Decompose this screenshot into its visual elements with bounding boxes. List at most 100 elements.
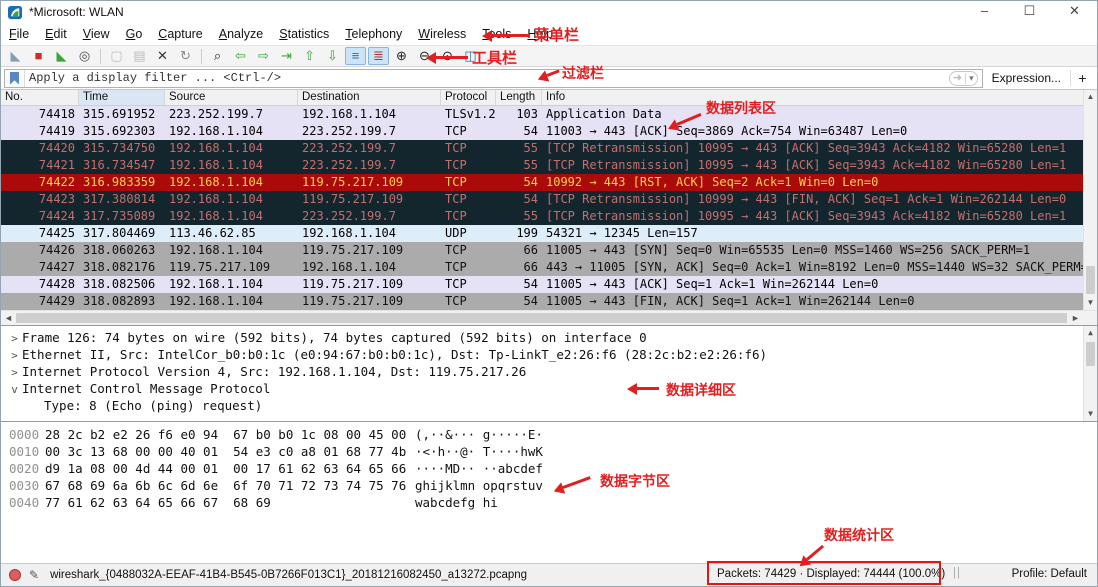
- packet-row[interactable]: 74422 316.983359 192.168.1.104 119.75.217.1…: [1, 174, 1097, 191]
- column-header-destination[interactable]: Destination: [298, 90, 441, 105]
- menu-analyze[interactable]: Analyze: [211, 25, 271, 43]
- column-header-info[interactable]: Info: [542, 90, 1097, 105]
- open-file-icon[interactable]: ▢: [106, 47, 127, 65]
- zoom-in-icon[interactable]: ⊕: [391, 47, 412, 65]
- go-to-packet-icon[interactable]: ⇥: [276, 47, 297, 65]
- packet-row[interactable]: 74419 315.692303 192.168.1.104 223.252.199.…: [1, 123, 1097, 140]
- hex-row[interactable]: 0040 77 61 62 63 64 65 66 67 68 69 wabcdef…: [1, 494, 1097, 511]
- minimize-button[interactable]: –: [962, 1, 1007, 23]
- stop-capture-icon[interactable]: ■: [28, 47, 49, 65]
- collapsed-chevron-icon[interactable]: >: [7, 347, 22, 364]
- packet-row[interactable]: 74426 318.060263 192.168.1.104 119.75.217.1…: [1, 242, 1097, 259]
- go-back-icon[interactable]: ⇦: [230, 47, 251, 65]
- menu-telephony[interactable]: Telephony: [337, 25, 410, 43]
- packet-row[interactable]: 74427 318.082176 119.75.217.109 192.168.1.1…: [1, 259, 1097, 276]
- hex-row[interactable]: 0020 d9 1a 08 00 4d 44 00 01 00 17 61 62 …: [1, 460, 1097, 477]
- hex-values: 00 3c 13 68 00 00 40 01 54 e3 c0 a8 01 6…: [45, 444, 407, 459]
- details-tree-row[interactable]: > Internet Protocol Version 4, Src: 192.1…: [1, 363, 1097, 380]
- filter-history-caret-icon[interactable]: ▾: [965, 72, 974, 84]
- go-forward-icon[interactable]: ⇨: [253, 47, 274, 65]
- close-file-icon[interactable]: ✕: [152, 47, 173, 65]
- expression-button[interactable]: Expression...: [983, 71, 1070, 85]
- scroll-up-icon[interactable]: ▲: [1084, 326, 1097, 340]
- column-header-time[interactable]: Time: [79, 90, 165, 105]
- column-header-source[interactable]: Source: [165, 90, 298, 105]
- scroll-down-icon[interactable]: ▼: [1084, 296, 1097, 310]
- packet-cell: Application Data: [546, 107, 662, 121]
- close-button[interactable]: ✕: [1052, 1, 1097, 23]
- menu-edit[interactable]: Edit: [37, 25, 75, 43]
- column-header-length[interactable]: Length: [496, 90, 542, 105]
- menu-file[interactable]: File: [1, 25, 37, 43]
- scroll-up-icon[interactable]: ▲: [1084, 90, 1097, 104]
- save-file-icon[interactable]: ▤: [129, 47, 150, 65]
- details-tree-row[interactable]: > Ethernet II, Src: IntelCor_b0:b0:1c (e0…: [1, 346, 1097, 363]
- packet-cell: 74423: [38, 192, 75, 206]
- packet-row[interactable]: 74429 318.082893 192.168.1.104 119.75.217.1…: [1, 293, 1097, 310]
- collapsed-chevron-icon[interactable]: >: [7, 330, 22, 347]
- scroll-left-icon[interactable]: ◄: [1, 311, 16, 325]
- scrollbar-thumb[interactable]: [1086, 342, 1095, 366]
- packet-cell: 315.734750: [83, 141, 156, 155]
- details-vertical-scrollbar[interactable]: ▲ ▼: [1083, 326, 1097, 421]
- packet-cell: 315.691952: [83, 107, 156, 121]
- scroll-down-icon[interactable]: ▼: [1084, 407, 1097, 421]
- packet-cell: 317.804469: [83, 226, 156, 240]
- reload-icon[interactable]: ↻: [175, 47, 196, 65]
- packet-cell: 74420: [38, 141, 75, 155]
- menu-view[interactable]: View: [75, 25, 118, 43]
- capture-options-icon[interactable]: ◎: [74, 47, 95, 65]
- menu-statistics[interactable]: Statistics: [271, 25, 337, 43]
- go-bottom-icon[interactable]: ⇩: [322, 47, 343, 65]
- hscrollbar-thumb[interactable]: [16, 313, 1067, 323]
- packet-cell: 317.735089: [83, 209, 156, 223]
- hex-offset: 0010: [9, 444, 40, 459]
- collapsed-chevron-icon[interactable]: >: [7, 364, 22, 381]
- packet-cell: 223.252.199.7: [302, 158, 396, 172]
- hex-values: d9 1a 08 00 4d 44 00 01 00 17 61 62 63 6…: [45, 461, 407, 476]
- apply-filter-button[interactable]: ➜ ▾: [948, 70, 978, 86]
- profile-label[interactable]: Profile: Default: [1012, 568, 1087, 580]
- packet-row[interactable]: 74421 316.734547 192.168.1.104 223.252.199.…: [1, 157, 1097, 174]
- packet-cell: [TCP Retransmission] 10999 → 443 [FIN, A…: [546, 192, 1067, 206]
- start-capture-icon[interactable]: ◣: [5, 47, 26, 65]
- packet-cell: [TCP Retransmission] 10995 → 443 [ACK] S…: [546, 209, 1067, 223]
- details-tree-row[interactable]: Type: 8 (Echo (ping) request): [1, 397, 1097, 414]
- expanded-chevron-icon[interactable]: v: [7, 381, 22, 398]
- packet-cell: 192.168.1.104: [302, 226, 396, 240]
- packet-row[interactable]: 74425 317.804469 113.46.62.85 192.168.1.104…: [1, 225, 1097, 242]
- capture-comment-icon[interactable]: ✎: [29, 568, 39, 582]
- packet-row[interactable]: 74424 317.735089 192.168.1.104 223.252.199.…: [1, 208, 1097, 225]
- hex-row[interactable]: 0030 67 68 69 6a 6b 6c 6d 6e 6f 70 71 72 …: [1, 477, 1097, 494]
- display-filter-input[interactable]: [25, 70, 949, 86]
- expert-info-icon[interactable]: [9, 569, 21, 581]
- hex-row[interactable]: 0010 00 3c 13 68 00 00 40 01 54 e3 c0 a8 …: [1, 443, 1097, 460]
- packet-list-vertical-scrollbar[interactable]: ▲ ▼: [1083, 90, 1097, 310]
- scroll-right-icon[interactable]: ►: [1068, 311, 1083, 325]
- packet-row[interactable]: 74428 318.082506 192.168.1.104 119.75.217.1…: [1, 276, 1097, 293]
- column-header-no[interactable]: No.: [1, 90, 79, 105]
- packet-cell: 192.168.1.104: [169, 158, 263, 172]
- scrollbar-thumb[interactable]: [1086, 266, 1095, 294]
- go-top-icon[interactable]: ⇧: [299, 47, 320, 65]
- details-tree-row[interactable]: > Frame 126: 74 bytes on wire (592 bits),…: [1, 329, 1097, 346]
- packet-cell: 54321 → 12345 Len=157: [546, 226, 698, 240]
- maximize-button[interactable]: ☐: [1007, 1, 1052, 23]
- menu-capture[interactable]: Capture: [150, 25, 210, 43]
- restart-capture-icon[interactable]: ◣: [51, 47, 72, 65]
- packet-list-horizontal-scrollbar[interactable]: ◄ ►: [1, 310, 1097, 325]
- packet-row[interactable]: 74418 315.691952 223.252.199.7 192.168.1.10…: [1, 106, 1097, 123]
- menu-wireless[interactable]: Wireless: [410, 25, 474, 43]
- column-header-protocol[interactable]: Protocol: [441, 90, 496, 105]
- menu-go[interactable]: Go: [118, 25, 151, 43]
- packet-cell: 66: [523, 243, 538, 257]
- colorize-icon[interactable]: ≣: [368, 47, 389, 65]
- autoscroll-icon[interactable]: ≡: [345, 47, 366, 65]
- filter-bookmark-button[interactable]: [5, 69, 25, 87]
- details-tree-row[interactable]: v Internet Control Message Protocol: [1, 380, 1097, 397]
- packet-row[interactable]: 74420 315.734750 192.168.1.104 223.252.199.…: [1, 140, 1097, 157]
- packet-row[interactable]: 74423 317.380814 192.168.1.104 119.75.217.1…: [1, 191, 1097, 208]
- hex-row[interactable]: 0000 28 2c b2 e2 26 f6 e0 94 67 b0 b0 1c …: [1, 426, 1097, 443]
- find-packet-icon[interactable]: ⌕: [207, 47, 228, 65]
- add-filter-button[interactable]: +: [1070, 70, 1094, 86]
